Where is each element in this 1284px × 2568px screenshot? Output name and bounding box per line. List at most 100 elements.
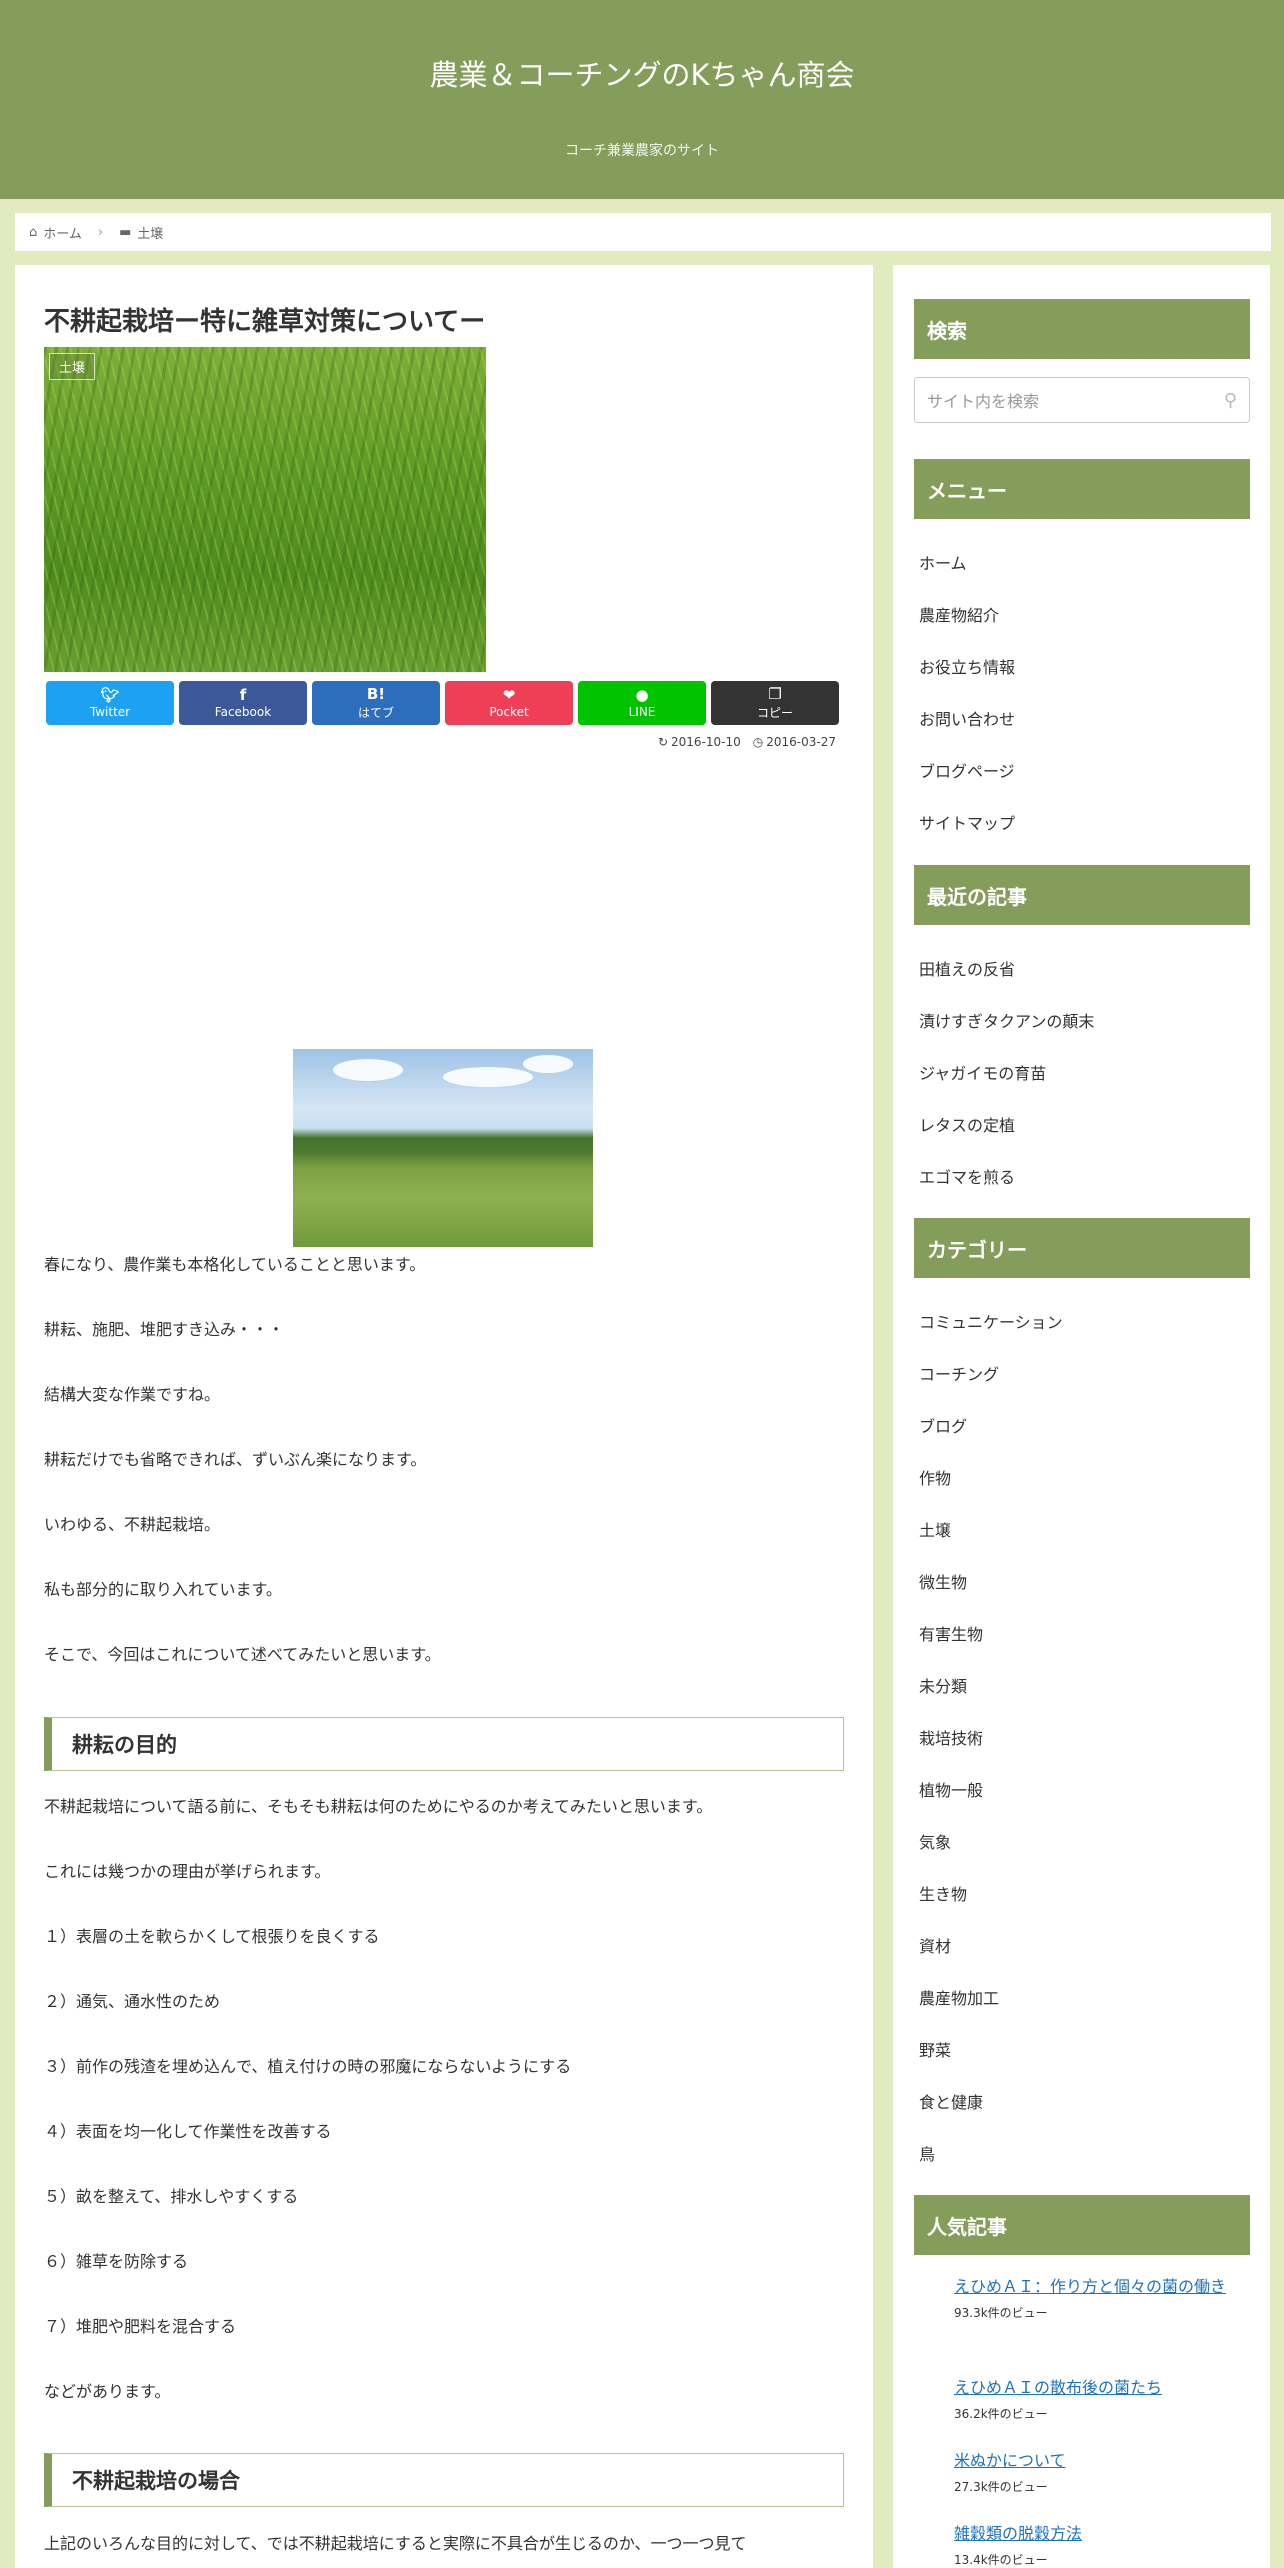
paragraph: いわゆる、不耕起栽培。 bbox=[44, 1515, 221, 1534]
share-hatena-button[interactable]: B! はてブ bbox=[312, 681, 440, 725]
popular-post-link[interactable]: えひめＡＩ：作り方と個々の菌の働き bbox=[954, 2272, 1250, 2302]
category-link[interactable]: 作物 bbox=[919, 1465, 951, 1489]
category-link[interactable]: 食と健康 bbox=[919, 2089, 983, 2113]
recent-widget-heading: 最近の記事 bbox=[914, 865, 1250, 925]
list-item: ２）通気、通水性のため bbox=[44, 1992, 221, 2011]
breadcrumb: ⌂ ホーム › ▬ 土壌 bbox=[15, 213, 1271, 251]
facebook-icon: f bbox=[239, 686, 247, 704]
category-link[interactable]: 野菜 bbox=[919, 2037, 951, 2061]
menu-item[interactable]: ブログページ bbox=[919, 758, 1015, 782]
site-tagline: コーチ兼業農家のサイト bbox=[565, 143, 719, 159]
paragraph: 結構大変な作業ですね。 bbox=[44, 1385, 221, 1404]
menu-item[interactable]: お問い合わせ bbox=[919, 706, 1015, 730]
popular-post-views: 36.2k件のビュー bbox=[954, 2407, 1048, 2421]
search-icon[interactable]: ⚲ bbox=[1224, 390, 1237, 411]
eyecatch-image: 土壌 bbox=[44, 347, 486, 672]
folder-icon: ▬ bbox=[119, 224, 132, 240]
popular-post-link[interactable]: 雑穀類の脱穀方法 bbox=[954, 2519, 1250, 2549]
popular-post-views: 13.4k件のビュー bbox=[954, 2553, 1048, 2567]
menu-item[interactable]: 農産物紹介 bbox=[919, 602, 999, 626]
popular-post: 雑穀類の脱穀方法 13.4k件のビュー bbox=[954, 2519, 1250, 2568]
popular-post-link[interactable]: 米ぬかについて bbox=[954, 2446, 1250, 2476]
site-header: 農業＆コーチングのKちゃん商会 コーチ兼業農家のサイト bbox=[0, 0, 1284, 199]
field-photo bbox=[293, 1049, 593, 1247]
home-icon: ⌂ bbox=[29, 224, 38, 240]
category-link[interactable]: 鳥 bbox=[919, 2141, 935, 2165]
popular-post-views: 27.3k件のビュー bbox=[954, 2480, 1048, 2494]
list-item: １）表層の土を軟らかくして根張りを良くする bbox=[44, 1927, 380, 1946]
list-item: ５）畝を整えて、排水しやすくする bbox=[44, 2187, 299, 2206]
category-link[interactable]: 植物一般 bbox=[919, 1777, 983, 1801]
section-heading: 不耕起栽培の場合 bbox=[44, 2453, 844, 2507]
breadcrumb-category[interactable]: 土壌 bbox=[137, 223, 163, 242]
share-line-button[interactable]: ● LINE bbox=[578, 681, 706, 725]
paragraph: 春になり、農作業も本格化していることと思います。 bbox=[44, 1255, 426, 1274]
recent-post-link[interactable]: ジャガイモの育苗 bbox=[919, 1060, 1046, 1084]
clock-icon: ◷ bbox=[752, 735, 764, 749]
share-pocket-label: Pocket bbox=[489, 705, 529, 719]
category-link[interactable]: 生き物 bbox=[919, 1881, 967, 1905]
copy-button[interactable]: ❐ コピー bbox=[711, 681, 839, 725]
paragraph: 私も部分的に取り入れています。 bbox=[44, 1580, 282, 1599]
chevron-right-icon: › bbox=[97, 224, 104, 240]
share-hatena-label: はてブ bbox=[357, 705, 394, 720]
recent-post-link[interactable]: エゴマを煎る bbox=[919, 1164, 1015, 1188]
menu-widget-heading: メニュー bbox=[914, 459, 1250, 519]
share-buttons: 🐦︎ Twitter f Facebook B! はてブ ❤︎ Pocket ●… bbox=[46, 681, 839, 725]
category-link[interactable]: 土壌 bbox=[919, 1517, 951, 1541]
category-link[interactable]: 栽培技術 bbox=[919, 1725, 983, 1749]
paragraph: 上記のいろんな目的に対して、では不耕起栽培にすると実際に不具合が生じるのか、一つ… bbox=[44, 2534, 747, 2553]
paragraph: 耕耘だけでも省略できれば、ずいぶん楽になります。 bbox=[44, 1450, 427, 1469]
paragraph: 不耕起栽培について語る前に、そもそも耕耘は何のためにやるのか考えてみたいと思いま… bbox=[44, 1797, 713, 1816]
category-link[interactable]: コミュニケーション bbox=[919, 1309, 1063, 1333]
share-twitter-button[interactable]: 🐦︎ Twitter bbox=[46, 681, 174, 725]
menu-item[interactable]: お役立ち情報 bbox=[919, 654, 1015, 678]
popular-post-link[interactable]: えひめＡＩの散布後の菌たち bbox=[954, 2373, 1250, 2403]
paragraph: これには幾つかの理由が挙げられます。 bbox=[44, 1862, 331, 1881]
section-heading: 耕耘の目的 bbox=[44, 1717, 844, 1771]
copy-label: コピー bbox=[756, 705, 793, 720]
popular-post: えひめＡＩ：作り方と個々の菌の働き 93.3k件のビュー bbox=[954, 2272, 1250, 2321]
updated-date: 2016-10-10 bbox=[671, 735, 741, 749]
breadcrumb-home[interactable]: ホーム bbox=[43, 223, 82, 242]
list-item: ７）堆肥や肥料を混合する bbox=[44, 2317, 237, 2336]
popular-post-views: 93.3k件のビュー bbox=[954, 2306, 1048, 2320]
popular-post: 米ぬかについて 27.3k件のビュー bbox=[954, 2446, 1250, 2495]
list-item: ３）前作の残渣を埋め込んで、植え付けの時の邪魔にならないようにする bbox=[44, 2057, 572, 2076]
site-title[interactable]: 農業＆コーチングのKちゃん商会 bbox=[0, 52, 1284, 94]
paragraph: そこで、今回はこれについて述べてみたいと思います。 bbox=[44, 1645, 441, 1664]
article-main: 不耕起栽培ー特に雑草対策についてー 土壌 🐦︎ Twitter f Facebo… bbox=[15, 265, 873, 2568]
recent-post-link[interactable]: 田植えの反省 bbox=[919, 956, 1015, 980]
hatena-icon: B! bbox=[366, 684, 386, 703]
category-link[interactable]: 微生物 bbox=[919, 1569, 967, 1593]
paragraph: などがあります。 bbox=[44, 2382, 171, 2401]
update-icon: ↻ bbox=[657, 735, 669, 749]
share-pocket-button[interactable]: ❤︎ Pocket bbox=[445, 681, 573, 725]
search-input[interactable]: サイト内を検索 ⚲ bbox=[914, 377, 1250, 423]
published-date: 2016-03-27 bbox=[766, 735, 836, 749]
search-placeholder: サイト内を検索 bbox=[927, 392, 1040, 411]
category-link[interactable]: コーチング bbox=[919, 1361, 999, 1385]
category-link[interactable]: ブログ bbox=[919, 1413, 967, 1437]
sidebar: 検索 サイト内を検索 ⚲ メニュー ホーム 農産物紹介 お役立ち情報 お問い合わ… bbox=[893, 265, 1270, 2568]
category-widget-heading: カテゴリー bbox=[914, 1218, 1250, 1278]
line-icon: ● bbox=[635, 686, 649, 704]
share-twitter-label: Twitter bbox=[89, 705, 131, 719]
twitter-icon: 🐦︎ bbox=[100, 686, 120, 704]
menu-item[interactable]: サイトマップ bbox=[919, 810, 1015, 834]
recent-post-link[interactable]: レタスの定植 bbox=[919, 1112, 1015, 1136]
recent-post-link[interactable]: 漬けすぎタクアンの顛末 bbox=[919, 1008, 1094, 1032]
share-facebook-label: Facebook bbox=[214, 705, 272, 719]
pocket-icon: ❤︎ bbox=[502, 686, 516, 704]
list-item: ４）表面を均一化して作業性を改善する bbox=[44, 2122, 332, 2141]
post-title: 不耕起栽培ー特に雑草対策についてー bbox=[44, 307, 486, 337]
category-link[interactable]: 農産物加工 bbox=[919, 1985, 999, 2009]
share-facebook-button[interactable]: f Facebook bbox=[179, 681, 307, 725]
menu-item[interactable]: ホーム bbox=[919, 550, 967, 574]
category-link[interactable]: 資材 bbox=[919, 1933, 951, 1957]
category-link[interactable]: 未分類 bbox=[919, 1673, 967, 1697]
category-label[interactable]: 土壌 bbox=[49, 353, 96, 380]
category-link[interactable]: 気象 bbox=[919, 1829, 951, 1853]
category-link[interactable]: 有害生物 bbox=[919, 1621, 983, 1645]
paragraph: 耕耘、施肥、堆肥すき込み・・・ bbox=[44, 1320, 285, 1339]
